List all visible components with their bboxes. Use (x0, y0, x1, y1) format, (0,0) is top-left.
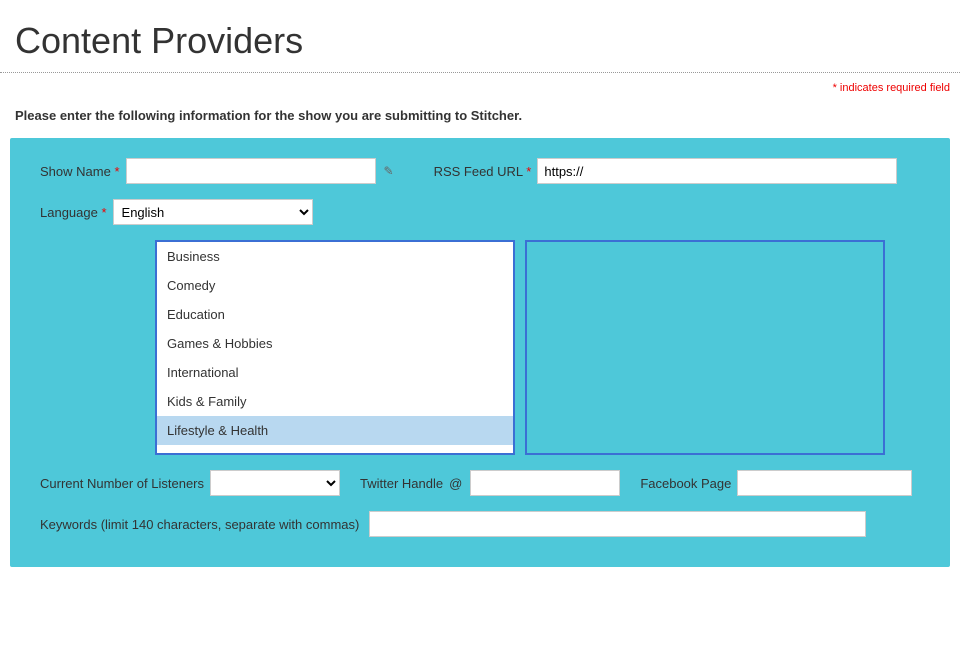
rss-required: * (526, 164, 531, 179)
pencil-icon: ✎ (384, 164, 394, 178)
rss-feed-label: RSS Feed URL * (434, 164, 532, 179)
listeners-select[interactable]: 0-500 500-1000 1000-5000 5000-10000 1000… (210, 470, 340, 496)
keywords-label: Keywords (limit 140 characters, separate… (40, 517, 359, 532)
required-note: * indicates required field (0, 78, 960, 98)
show-name-group: Show Name * ✎ (40, 158, 394, 184)
intro-text: Please enter the following information f… (0, 98, 960, 138)
category-selected-box[interactable] (525, 240, 885, 455)
show-name-input[interactable] (126, 158, 376, 184)
facebook-label: Facebook Page (640, 476, 731, 491)
top-row: Show Name * ✎ RSS Feed URL * (40, 158, 920, 184)
page-title: Content Providers (0, 0, 960, 72)
language-label: Language * (40, 205, 107, 220)
category-list[interactable]: BusinessComedyEducationGames & HobbiesIn… (155, 240, 515, 455)
twitter-group: Twitter Handle @ (360, 470, 620, 496)
language-row: Language * English Spanish French German… (40, 199, 920, 225)
form-container: Show Name * ✎ RSS Feed URL * Language * … (10, 138, 950, 567)
keywords-row: Keywords (limit 140 characters, separate… (40, 511, 920, 537)
category-item[interactable]: Music (157, 445, 513, 455)
divider (0, 72, 960, 73)
listeners-label: Current Number of Listeners (40, 476, 204, 491)
rss-feed-input[interactable] (537, 158, 897, 184)
show-name-required: * (114, 164, 119, 179)
twitter-input[interactable] (470, 470, 620, 496)
category-item[interactable]: Education (157, 300, 513, 329)
keywords-input[interactable] (369, 511, 866, 537)
categories-section: BusinessComedyEducationGames & HobbiesIn… (155, 240, 920, 455)
twitter-label: Twitter Handle (360, 476, 443, 491)
facebook-group: Facebook Page (640, 470, 912, 496)
category-item[interactable]: International (157, 358, 513, 387)
twitter-at-symbol: @ (449, 476, 462, 491)
language-group: Language * English Spanish French German… (40, 199, 313, 225)
bottom-row: Current Number of Listeners 0-500 500-10… (40, 470, 920, 496)
category-item[interactable]: Business (157, 242, 513, 271)
show-name-label: Show Name * (40, 164, 120, 179)
category-item[interactable]: Games & Hobbies (157, 329, 513, 358)
language-required: * (101, 205, 106, 220)
rss-feed-group: RSS Feed URL * (434, 158, 898, 184)
language-select[interactable]: English Spanish French German Italian Po… (113, 199, 313, 225)
listeners-group: Current Number of Listeners 0-500 500-10… (40, 470, 340, 496)
category-item[interactable]: Lifestyle & Health (157, 416, 513, 445)
category-item[interactable]: Kids & Family (157, 387, 513, 416)
category-item[interactable]: Comedy (157, 271, 513, 300)
facebook-input[interactable] (737, 470, 912, 496)
